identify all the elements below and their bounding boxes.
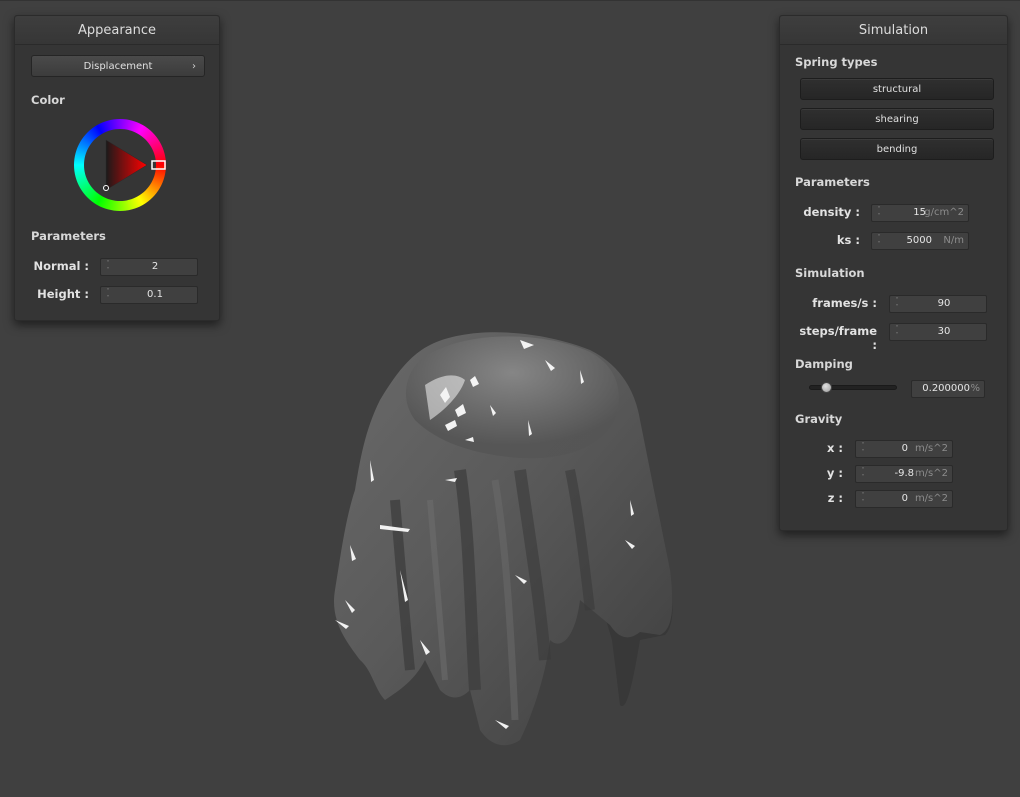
spin-down-icon[interactable]: ˅ xyxy=(859,449,867,456)
chevron-right-icon: › xyxy=(192,61,196,72)
gravity-z-value: 0 xyxy=(901,493,908,504)
gravity-z-unit: m/s^2 xyxy=(914,493,948,504)
steps-value: 30 xyxy=(937,326,951,337)
fps-input[interactable]: ˄ ˅ 90 xyxy=(889,295,987,313)
fps-label: frames/s : xyxy=(812,296,877,310)
damping-value: 0.200000 xyxy=(922,383,970,394)
gravity-x-input[interactable]: ˄ ˅ 0 m/s^2 xyxy=(855,440,953,458)
normal-value: 2 xyxy=(151,261,159,272)
damping-label: Damping xyxy=(795,357,853,371)
gravity-z-input[interactable]: ˄ ˅ 0 m/s^2 xyxy=(855,490,953,508)
gravity-x-spinner[interactable]: ˄ ˅ xyxy=(859,442,867,456)
spin-down-icon[interactable]: ˅ xyxy=(875,241,883,248)
damping-unit: % xyxy=(970,383,980,394)
spin-up-icon[interactable]: ˄ xyxy=(859,442,867,449)
gravity-y-unit: m/s^2 xyxy=(914,468,948,479)
spin-up-icon[interactable]: ˄ xyxy=(104,260,112,267)
spin-up-icon[interactable]: ˄ xyxy=(859,467,867,474)
density-label: density : xyxy=(803,205,860,219)
shader-combobox[interactable]: Displacement › xyxy=(31,55,205,77)
fps-spinner[interactable]: ˄ ˅ xyxy=(893,297,901,311)
gravity-x-value: 0 xyxy=(901,443,908,454)
normal-spinner[interactable]: ˄ ˅ xyxy=(104,260,112,274)
ks-unit: N/m xyxy=(943,235,964,246)
spin-down-icon[interactable]: ˅ xyxy=(104,267,112,274)
ks-input[interactable]: ˄ ˅ 5000 N/m xyxy=(871,232,969,250)
structural-button[interactable]: structural xyxy=(800,78,994,100)
gravity-y-label: y : xyxy=(826,466,843,480)
density-unit: g/cm^2 xyxy=(924,207,964,218)
spin-up-icon[interactable]: ˄ xyxy=(104,288,112,295)
gravity-y-input[interactable]: ˄ ˅ -9.8 m/s^2 xyxy=(855,465,953,483)
shearing-button[interactable]: shearing xyxy=(800,108,994,130)
spin-down-icon[interactable]: ˅ xyxy=(893,304,901,311)
appearance-panel: Appearance Displacement › Color Paramete… xyxy=(14,15,220,321)
ks-spinner[interactable]: ˄ ˅ xyxy=(875,234,883,248)
bending-button[interactable]: bending xyxy=(800,138,994,160)
damping-slider-handle[interactable] xyxy=(821,382,832,393)
normal-input[interactable]: ˄ ˅ 2 xyxy=(100,258,198,276)
gravity-x-label: x : xyxy=(826,441,843,455)
sim-parameters-label: Parameters xyxy=(795,175,870,189)
ks-value: 5000 xyxy=(906,235,932,246)
gravity-y-value: -9.8 xyxy=(894,468,914,479)
shader-combobox-value: Displacement xyxy=(83,61,153,72)
density-spinner[interactable]: ˄ ˅ xyxy=(875,206,883,220)
steps-spinner[interactable]: ˄ ˅ xyxy=(893,325,901,339)
gravity-z-label: z : xyxy=(827,491,843,505)
height-value: 0.1 xyxy=(147,289,163,300)
fps-value: 90 xyxy=(937,298,951,309)
spring-types-label: Spring types xyxy=(795,55,878,69)
ks-label: ks : xyxy=(836,233,860,247)
color-section-label: Color xyxy=(31,93,65,107)
spin-down-icon[interactable]: ˅ xyxy=(104,295,112,302)
height-label: Height : xyxy=(37,287,89,301)
density-input[interactable]: ˄ ˅ 15 g/cm^2 xyxy=(871,204,969,222)
spin-down-icon[interactable]: ˅ xyxy=(859,474,867,481)
spin-down-icon[interactable]: ˅ xyxy=(859,499,867,506)
spin-up-icon[interactable]: ˄ xyxy=(893,325,901,332)
simulation-section-label: Simulation xyxy=(795,266,865,280)
gravity-z-spinner[interactable]: ˄ ˅ xyxy=(859,492,867,506)
color-wheel[interactable] xyxy=(73,118,167,212)
spin-up-icon[interactable]: ˄ xyxy=(893,297,901,304)
steps-input[interactable]: ˄ ˅ 30 xyxy=(889,323,987,341)
gravity-x-unit: m/s^2 xyxy=(914,443,948,454)
normal-label: Normal : xyxy=(33,259,89,273)
spin-up-icon[interactable]: ˄ xyxy=(875,206,883,213)
color-triangle xyxy=(106,140,147,190)
appearance-parameters-label: Parameters xyxy=(31,229,106,243)
gravity-label: Gravity xyxy=(795,412,843,426)
simulation-panel: Simulation Spring types structural shear… xyxy=(779,15,1008,531)
steps-label: steps/frame : xyxy=(799,324,877,352)
damping-input[interactable]: 0.200000 % xyxy=(911,380,985,398)
height-spinner[interactable]: ˄ ˅ xyxy=(104,288,112,302)
spin-down-icon[interactable]: ˅ xyxy=(893,332,901,339)
spin-up-icon[interactable]: ˄ xyxy=(875,234,883,241)
height-input[interactable]: ˄ ˅ 0.1 xyxy=(100,286,198,304)
gravity-y-spinner[interactable]: ˄ ˅ xyxy=(859,467,867,481)
appearance-panel-title[interactable]: Appearance xyxy=(15,16,219,45)
spin-down-icon[interactable]: ˅ xyxy=(875,213,883,220)
spin-up-icon[interactable]: ˄ xyxy=(859,492,867,499)
simulation-panel-title[interactable]: Simulation xyxy=(780,16,1007,45)
